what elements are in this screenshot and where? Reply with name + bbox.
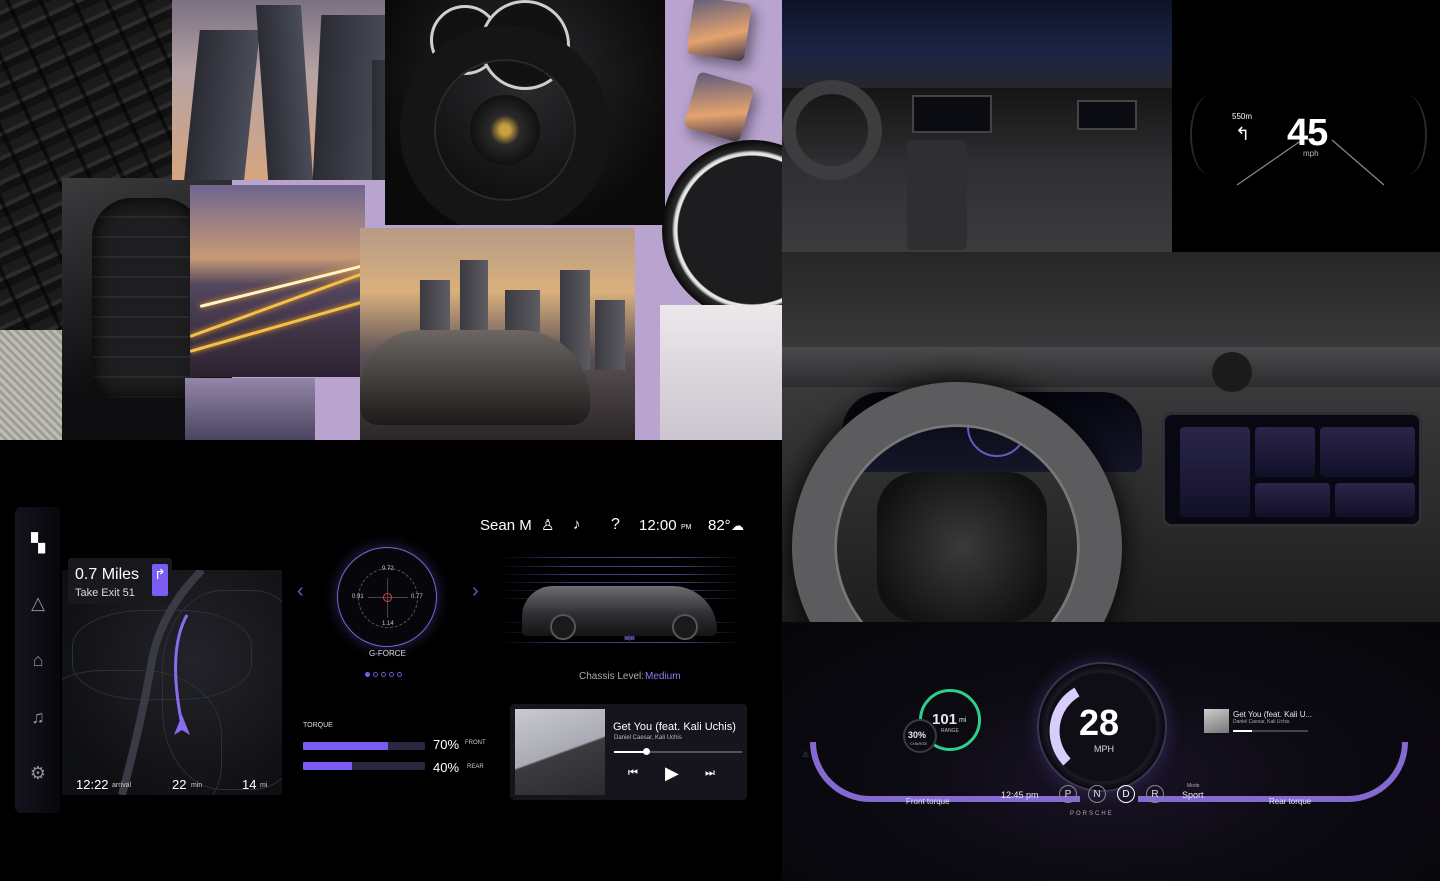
charge-label: CHARGE — [910, 741, 928, 746]
turn-instruction-card: 0.7 Miles Take Exit 51 ↱ — [68, 558, 172, 604]
gear-n: N — [1088, 785, 1106, 803]
front-torque-percent: 70% — [433, 737, 460, 752]
navigation-icon[interactable]: △ — [27, 592, 49, 614]
analog-speedometer-photo — [662, 140, 782, 320]
sunset-cube-photo — [686, 0, 752, 62]
settings-icon[interactable]: ⚙ — [27, 762, 49, 784]
gear-d: D — [1117, 785, 1135, 803]
notification-bell-icon[interactable]: ♪ — [573, 516, 581, 533]
page-dot[interactable] — [381, 672, 386, 677]
steering-wheel-photo — [385, 0, 665, 225]
trip-duration: 22 — [172, 777, 187, 792]
arrival-label: arrival — [112, 782, 132, 789]
next-track-icon[interactable]: ⏭ — [705, 767, 715, 780]
song-title: Get You (feat. Kali Uchis) — [613, 721, 736, 733]
chevron-left-icon[interactable]: ‹ — [297, 580, 304, 603]
warning-icon: ⚠ — [802, 750, 810, 759]
cockpit-center-screen — [1162, 412, 1422, 527]
torque-title: TORQUE — [303, 722, 333, 729]
rear-torque-arc — [1138, 742, 1408, 802]
moodboard-collage — [0, 0, 782, 440]
gear-r: R — [1146, 785, 1164, 803]
turn-left-arrow-icon: ↰ — [1235, 124, 1251, 144]
gforce-label: G-FORCE — [369, 649, 406, 658]
head-up-display: 550m ↰ 45 mph — [1172, 0, 1440, 252]
sunset-cube-photo — [683, 71, 755, 143]
sports-car-city-photo — [360, 228, 635, 440]
skyscrapers-photo — [172, 0, 417, 180]
rear-torque-text: REAR — [467, 764, 484, 770]
song-progress-bar[interactable] — [614, 748, 742, 755]
previous-track-icon[interactable]: ⏮ — [628, 767, 638, 780]
music-icon[interactable]: ♫ — [27, 706, 49, 728]
trip-remaining-label: mi — [260, 782, 268, 789]
page-dot[interactable] — [389, 672, 394, 677]
apps-icon[interactable]: ▚ — [27, 532, 49, 554]
user-name[interactable]: Sean M — [480, 517, 532, 534]
gforce-page-dots[interactable] — [365, 664, 405, 677]
turn-right-arrow-icon: ↱ — [152, 564, 168, 596]
chevron-right-icon[interactable]: › — [472, 580, 479, 603]
front-torque-text: FRONT — [465, 740, 486, 746]
torn-paper — [660, 305, 782, 440]
album-art-thumbnail — [1204, 709, 1229, 733]
help-icon[interactable]: ? — [611, 516, 620, 534]
front-torque-bar — [303, 742, 425, 750]
profile-icon[interactable]: ♙ — [541, 516, 554, 534]
range-value: 101 — [932, 711, 958, 728]
cluster-speed: 28 — [1079, 702, 1120, 743]
porsche-logo: PORSCHE — [1070, 811, 1114, 817]
gforce-left-value: 0.91 — [352, 594, 364, 600]
weather-partly-cloudy-icon: ☁ — [731, 518, 744, 533]
cockpit-render-photo — [782, 252, 1440, 622]
gforce-right-value: 0.77 — [411, 594, 423, 600]
cluster-song-title: Get You (feat. Kali U... — [1233, 710, 1313, 719]
turn-distance: 0.7 Miles — [75, 566, 140, 583]
gforce-bottom-value: 1.14 — [382, 621, 394, 627]
trip-remaining: 14 — [242, 777, 257, 792]
page-dot[interactable] — [365, 672, 370, 677]
seat-icon[interactable]: ⌂ — [27, 649, 49, 671]
infotainment-screen: ▚ △ ⌂ ♫ ⚙ 0.7 Miles Take Exit 51 ↱ 12:22… — [0, 440, 782, 881]
range-unit: mi — [959, 717, 967, 724]
mode-value: Sport — [1182, 790, 1204, 800]
cluster-time: 12:45 pm — [1001, 790, 1039, 800]
hud-turn-distance: 550m — [1232, 112, 1253, 121]
page-dot[interactable] — [373, 672, 378, 677]
clock-suffix: PM — [681, 524, 692, 531]
chassis-label: Chassis Level: — [579, 671, 645, 682]
clock-time: 12:00 — [639, 517, 677, 534]
trip-duration-label: min — [191, 782, 203, 789]
cluster-song-progress — [1233, 730, 1308, 732]
app-sidebar: ▚ △ ⌂ ♫ ⚙ — [15, 507, 60, 813]
instrument-cluster: 101 mi RANGE 30% CHARGE 28 MPH 12:45 pm … — [782, 622, 1440, 881]
front-torque-label: Front torque — [906, 797, 950, 806]
gforce-top-value: 0.72 — [382, 566, 394, 572]
rear-torque-percent: 40% — [433, 760, 460, 775]
play-icon[interactable]: ▶ — [665, 763, 679, 784]
cluster-song-artist: Daniel Caesar, Kali Uchis — [1233, 719, 1290, 725]
chassis-value[interactable]: Medium — [645, 671, 681, 682]
mode-label: Mode — [1187, 783, 1200, 789]
song-artist: Daniel Caesar, Kali Uchis — [614, 735, 682, 741]
gforce-meter: 0.72 0.91 0.77 1.14 — [337, 547, 437, 647]
car-side-view — [522, 586, 717, 640]
temperature: 82° — [708, 517, 731, 534]
page-dot[interactable] — [397, 672, 402, 677]
music-player-card: Get You (feat. Kali Uchis) Daniel Caesar… — [510, 704, 747, 800]
gear-p: P — [1059, 785, 1077, 803]
cluster-speed-unit: MPH — [1094, 744, 1114, 754]
rear-torque-label: Rear torque — [1269, 797, 1312, 806]
sunset-highway-photo — [190, 185, 365, 377]
city-towers-photo — [185, 378, 315, 440]
charge-value: 30% — [908, 730, 927, 740]
chassis-adjust-icon[interactable]: ︽ ︾ — [624, 631, 635, 648]
turn-instruction: Take Exit 51 — [75, 587, 135, 599]
rear-torque-bar — [303, 762, 425, 770]
album-art — [515, 709, 605, 795]
hud-speed-unit: mph — [1303, 149, 1319, 158]
range-label: RANGE — [941, 728, 959, 734]
arrival-time: 12:22 — [76, 777, 109, 792]
interior-render-photo — [782, 0, 1172, 252]
